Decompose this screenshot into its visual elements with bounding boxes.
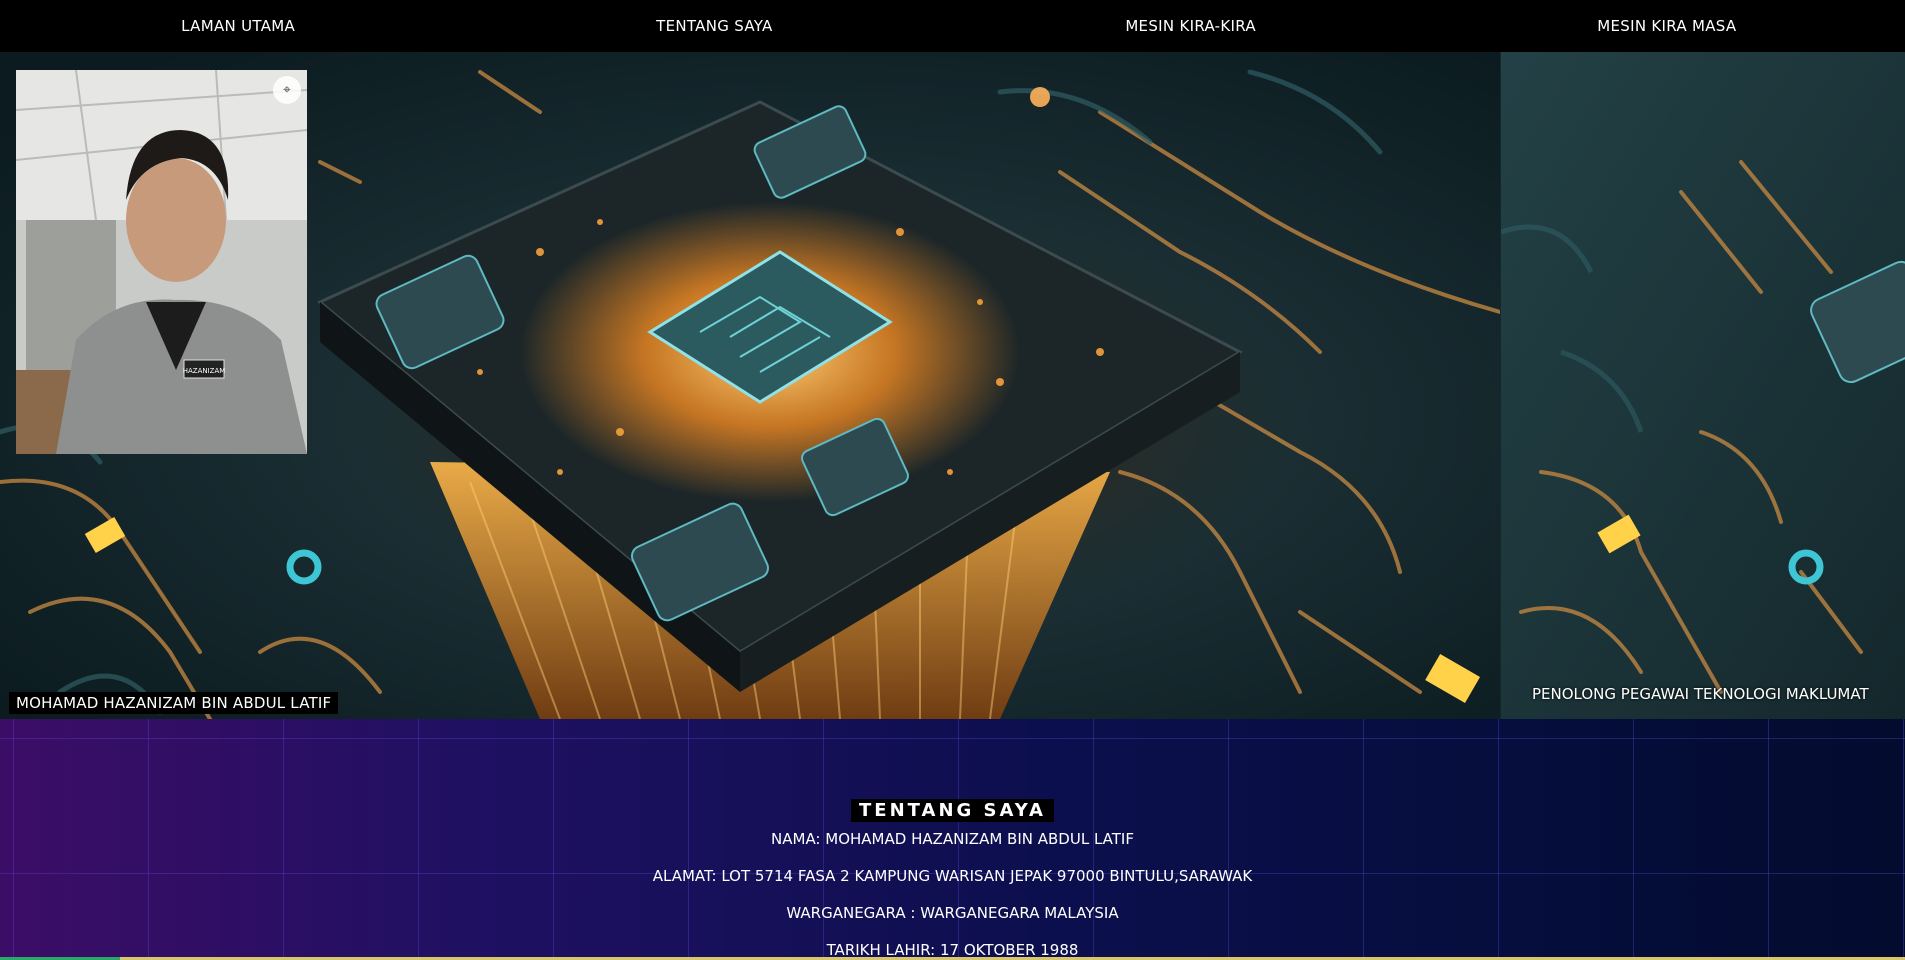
top-navigation: LAMAN UTAMA TENTANG SAYA MESIN KIRA-KIRA… [0,0,1905,52]
profile-photo: HAZANIZAM ⌖ [16,70,307,454]
hero-banner: HAZANIZAM ⌖ MOHAMAD HAZANIZAM BIN ABDUL … [0,52,1905,719]
visual-search-icon[interactable]: ⌖ [273,76,301,104]
about-section: TENTANG SAYA NAMA: MOHAMAD HAZANIZAM BIN… [0,719,1905,960]
about-title: TENTANG SAYA [851,799,1054,822]
photo-name-badge: HAZANIZAM [183,367,226,375]
about-nama: NAMA: MOHAMAD HAZANIZAM BIN ABDUL LATIF [771,830,1134,848]
job-caption: PENOLONG PEGAWAI TEKNOLOGI MAKLUMAT [1532,685,1869,703]
circuit-side-image [1500,52,1905,719]
nav-laman-utama[interactable]: LAMAN UTAMA [0,0,476,52]
about-warganegara: WARGANEGARA : WARGANEGARA MALAYSIA [786,904,1119,922]
about-alamat: ALAMAT: LOT 5714 FASA 2 KAMPUNG WARISAN … [652,867,1253,885]
name-caption: MOHAMAD HAZANIZAM BIN ABDUL LATIF [9,692,339,714]
about-content: TENTANG SAYA NAMA: MOHAMAD HAZANIZAM BIN… [0,799,1905,960]
nav-tentang-saya[interactable]: TENTANG SAYA [476,0,952,52]
nav-mesin-kira-masa[interactable]: MESIN KIRA MASA [1429,0,1905,52]
nav-mesin-kira-kira[interactable]: MESIN KIRA-KIRA [953,0,1429,52]
